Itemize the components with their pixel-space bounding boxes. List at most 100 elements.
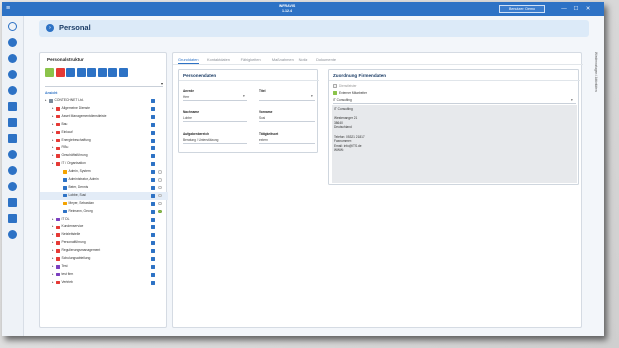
tree-row[interactable]: ▸ Netzleitstelle (40, 231, 168, 239)
expand-chevron-icon[interactable]: ▸ (52, 255, 54, 263)
person-card-icon[interactable] (151, 193, 155, 198)
expand-chevron-icon[interactable]: ▸ (45, 97, 47, 105)
tree-row[interactable]: Lobbe, Susi (40, 191, 168, 200)
person-card-icon[interactable] (151, 178, 155, 182)
tree-row[interactable]: ▸ Energiebeschaffung (40, 137, 168, 145)
grid-icon[interactable] (8, 118, 17, 127)
aufgabe-field[interactable]: Beratung / Unterstützung (183, 138, 218, 142)
tag-icon[interactable] (8, 166, 17, 175)
home-icon[interactable] (8, 22, 17, 31)
location-icon[interactable] (8, 54, 17, 63)
vorname-field[interactable]: Susi (259, 116, 265, 120)
delete-button[interactable] (55, 68, 65, 77)
document-icon[interactable] (8, 134, 17, 143)
expand-chevron-icon[interactable]: ▸ (52, 247, 54, 255)
person-card-icon[interactable] (151, 138, 155, 143)
anrede-field[interactable]: Herr (183, 95, 189, 99)
tab-maßnahmen[interactable]: Maßnahmen (272, 56, 294, 63)
shield-icon[interactable] (8, 150, 17, 159)
lock-icon[interactable] (8, 182, 17, 191)
person-card-icon[interactable] (151, 146, 155, 151)
tree-row[interactable]: ▸ Regulierungsmanagement (40, 247, 168, 255)
database-icon[interactable] (8, 214, 17, 223)
sort-button[interactable] (76, 68, 86, 77)
expand-chevron-icon[interactable]: ▸ (52, 231, 54, 239)
expand-chevron-icon[interactable]: ▸ (52, 271, 54, 279)
dienstleister-checkbox[interactable] (333, 84, 337, 88)
add-button[interactable] (45, 68, 54, 77)
expand-chevron-icon[interactable]: ▸ (52, 152, 54, 160)
maximize-icon[interactable]: ☐ (572, 5, 580, 13)
tree-row[interactable]: ▸ Allgemeine Dienste (40, 105, 168, 113)
settings-button[interactable] (118, 68, 128, 77)
search-button[interactable] (97, 68, 107, 77)
firma-chevron-icon[interactable]: ▾ (571, 98, 573, 102)
user-button[interactable]: Benutzer: Demo (499, 5, 545, 13)
titel-chevron-icon[interactable]: ▾ (311, 94, 313, 98)
person-card-icon[interactable] (151, 130, 155, 135)
tree-row[interactable]: ▸ Bau (40, 121, 168, 129)
expand-chevron-icon[interactable]: ▸ (52, 105, 54, 113)
tree-row[interactable]: ▸ Asset Managementdienstleiste (40, 113, 168, 121)
person-card-icon[interactable] (151, 154, 155, 159)
tree-row[interactable]: ▸ Test (40, 263, 168, 271)
person-card-icon[interactable] (151, 106, 155, 111)
print-button[interactable] (108, 68, 117, 77)
minimize-icon[interactable]: — (560, 5, 568, 13)
tree-row[interactable]: ▸ IT / Organisation (40, 160, 168, 168)
person-card-icon[interactable] (151, 122, 155, 127)
tree-row[interactable]: ▸ Geschäftsführung (40, 152, 168, 160)
view-dropdown[interactable]: ▾ (45, 81, 163, 87)
edit-button[interactable] (66, 68, 75, 77)
person-card-icon[interactable] (151, 241, 155, 246)
tree-row[interactable]: Administrator, Admin (40, 176, 168, 184)
info-nav-icon[interactable] (8, 70, 17, 79)
expand-chevron-icon[interactable]: ▸ (52, 144, 54, 152)
tree-row[interactable]: ▸ IT DL (40, 216, 168, 224)
expand-chevron-icon[interactable]: ▸ (52, 239, 54, 247)
tree-row[interactable]: Beier, Dennis (40, 184, 168, 192)
person-card-icon[interactable] (151, 257, 155, 261)
export-button[interactable] (87, 68, 96, 77)
settings-icon[interactable] (8, 230, 17, 239)
tree-row[interactable]: Admin, System (40, 168, 168, 176)
extern-checkbox[interactable] (333, 91, 337, 95)
person-card-icon[interactable] (151, 185, 155, 190)
calendar-icon[interactable] (8, 102, 17, 111)
tab-notiz[interactable]: Notiz (299, 56, 308, 63)
person-card-icon[interactable] (151, 272, 155, 277)
person-card-icon[interactable] (151, 114, 155, 119)
expand-chevron-icon[interactable]: ▸ (52, 160, 54, 168)
person-card-icon[interactable] (151, 162, 155, 167)
person-card-icon[interactable] (151, 280, 155, 285)
tab-grunddaten[interactable]: Grunddaten (178, 56, 199, 64)
tree-row[interactable]: ▸ Einkauf (40, 129, 168, 137)
person-card-icon[interactable] (151, 225, 155, 230)
expand-chevron-icon[interactable]: ▸ (52, 279, 54, 287)
wiedervorlagen-tab[interactable]: Wiedervorlagen / Aktivitäten (592, 52, 598, 112)
expand-chevron-icon[interactable]: ▸ (52, 137, 54, 145)
tree-row[interactable]: ▸ Kundenservice (40, 223, 168, 231)
person-card-icon[interactable] (151, 233, 155, 238)
tree-row[interactable]: ▸ FiBu (40, 144, 168, 152)
tree-row[interactable]: ▸ Schulungsabteilung (40, 255, 168, 263)
expand-chevron-icon[interactable]: ▸ (52, 129, 54, 137)
person-card-icon[interactable] (151, 249, 155, 254)
person-card-icon[interactable] (151, 170, 155, 175)
chart-icon[interactable] (8, 86, 17, 95)
person-card-icon[interactable] (151, 209, 155, 214)
person-card-icon[interactable] (151, 264, 155, 269)
tab-fähigkeiten[interactable]: Fähigkeiten (241, 56, 261, 63)
tree-row[interactable]: ▸ Personalführung (40, 239, 168, 247)
tab-dokumente[interactable]: Dokumente (316, 56, 336, 63)
expand-chevron-icon[interactable]: ▸ (52, 223, 54, 231)
expand-chevron-icon[interactable]: ▸ (52, 263, 54, 271)
expand-chevron-icon[interactable]: ▸ (52, 113, 54, 121)
hamburger-menu-icon[interactable]: ≡ (6, 5, 15, 13)
person-card-icon[interactable] (151, 99, 155, 103)
close-icon[interactable]: ✕ (584, 5, 592, 13)
tree-row[interactable]: ▸ test firm (40, 271, 168, 279)
globe-icon[interactable] (8, 38, 17, 47)
network-icon[interactable] (8, 198, 17, 207)
anrede-chevron-icon[interactable]: ▾ (243, 94, 245, 98)
